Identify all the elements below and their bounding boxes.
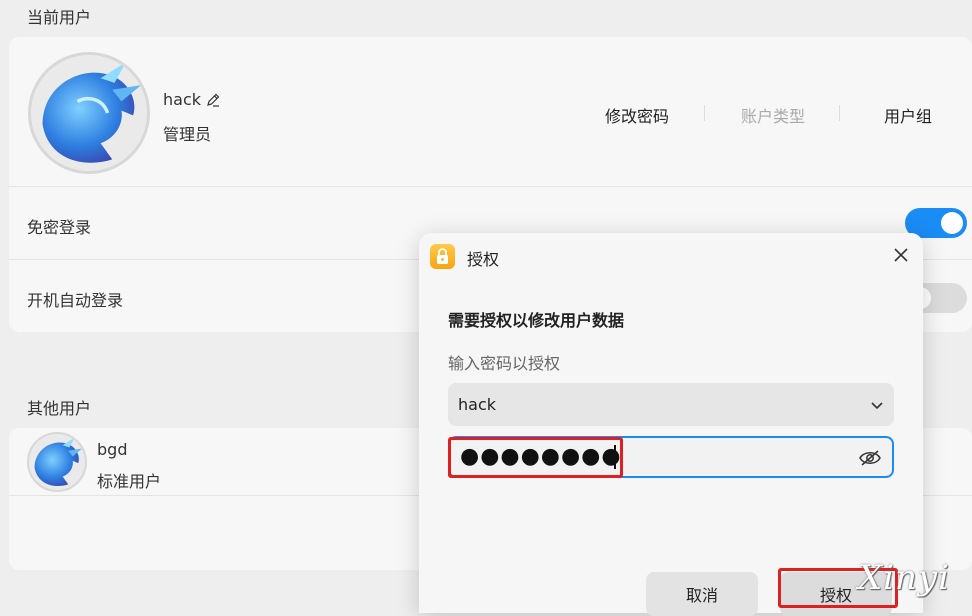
user-select[interactable]: hack — [448, 383, 894, 426]
dragon-avatar-icon — [31, 55, 147, 171]
other-users-section-title: 其他用户 — [27, 399, 92, 418]
avatar[interactable] — [28, 52, 150, 174]
current-user-name-text: hack — [163, 90, 202, 109]
authorization-dialog: 授权 需要授权以修改用户数据 输入密码以授权 hack ●●●●●●●● 取消 … — [419, 233, 923, 616]
current-user-section-title: 当前用户 — [27, 8, 92, 27]
eye-slash-icon[interactable] — [858, 446, 882, 470]
card-divider — [9, 186, 972, 187]
cancel-button[interactable]: 取消 — [646, 572, 758, 616]
edit-pencil-icon[interactable] — [205, 92, 221, 108]
password-highlight-box — [448, 437, 623, 478]
dragon-avatar-icon — [29, 434, 85, 490]
chevron-down-icon — [871, 401, 883, 409]
lock-icon — [430, 244, 455, 269]
dialog-title: 授权 — [467, 250, 500, 269]
dialog-subtitle: 输入密码以授权 — [448, 354, 561, 373]
avatar[interactable] — [27, 432, 87, 492]
close-icon — [894, 248, 908, 262]
close-button[interactable] — [889, 243, 913, 267]
user-select-value: hack — [458, 395, 497, 414]
watermark: Xinyi — [857, 558, 950, 598]
current-user-role: 管理员 — [163, 125, 212, 144]
other-user-role: 标准用户 — [97, 472, 162, 491]
current-user-name: hack — [163, 90, 221, 109]
other-user-name: bgd — [97, 440, 128, 459]
auto-login-label: 开机自动登录 — [27, 291, 124, 310]
user-group-button[interactable]: 用户组 — [884, 103, 932, 127]
passwordless-login-label: 免密登录 — [27, 218, 92, 237]
action-divider — [839, 105, 840, 121]
account-type-button: 账户类型 — [741, 107, 806, 126]
toggle-knob — [941, 212, 963, 234]
action-divider — [704, 105, 705, 121]
dialog-heading: 需要授权以修改用户数据 — [448, 311, 625, 330]
change-password-button[interactable]: 修改密码 — [605, 103, 669, 127]
